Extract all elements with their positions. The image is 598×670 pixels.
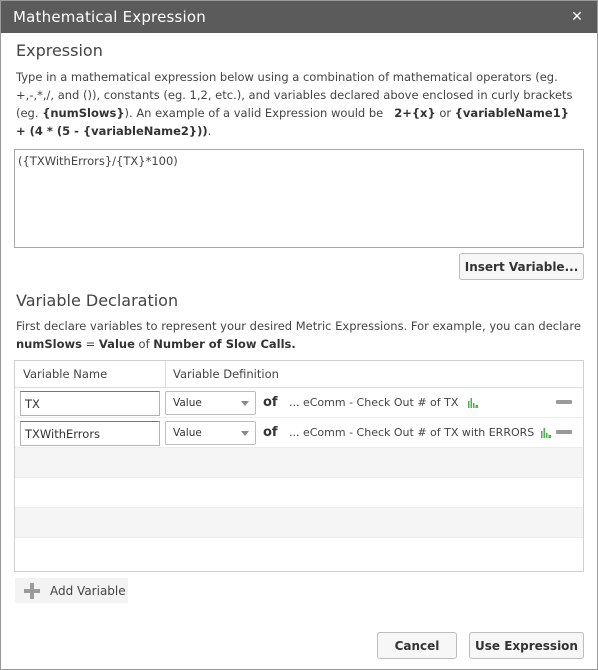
table-row: Value of ... eComm - Check Out # of TX: [15, 388, 583, 418]
column-header-variable-name: Variable Name: [15, 361, 166, 387]
insert-variable-button[interactable]: Insert Variable...: [459, 253, 584, 280]
desc-text: .: [207, 124, 212, 138]
variable-grid: Variable Name Variable Definition Value …: [14, 360, 584, 572]
dialog-title: Mathematical Expression: [13, 8, 207, 26]
desc-text: or: [435, 106, 455, 120]
desc-text: First declare variables to represent you…: [16, 319, 581, 333]
empty-row: [15, 538, 583, 568]
empty-row: [15, 478, 583, 508]
variable-name-input[interactable]: [20, 421, 160, 446]
plus-icon: [24, 582, 40, 599]
math-expression-dialog: Mathematical Expression ✕ Expression Typ…: [0, 0, 598, 670]
metric-path[interactable]: ... eComm - Check Out # of TX with ERROR…: [289, 426, 534, 439]
variable-declaration-description: First declare variables to represent you…: [16, 317, 582, 353]
desc-text: =: [81, 337, 99, 351]
expression-input[interactable]: ({TXWithErrors}/{TX}*100): [14, 149, 584, 248]
variable-type-select[interactable]: Value: [165, 391, 256, 415]
desc-text: .: [291, 337, 296, 351]
desc-text: ). An example of a valid Expression woul…: [124, 106, 387, 120]
cancel-button[interactable]: Cancel: [377, 632, 457, 659]
use-expression-button[interactable]: Use Expression: [469, 632, 584, 659]
close-icon[interactable]: ✕: [569, 9, 585, 25]
column-header-variable-definition: Variable Definition: [173, 367, 279, 381]
desc-metric-example: Number of Slow Calls: [153, 337, 292, 351]
chevron-down-icon: [241, 431, 249, 436]
of-label: of: [263, 395, 278, 410]
minus-icon[interactable]: [556, 430, 572, 434]
empty-row: [15, 448, 583, 478]
table-row: Value of ... eComm - Check Out # of TX w…: [15, 418, 583, 448]
desc-example-1: 2+{x}: [394, 106, 436, 120]
minus-icon[interactable]: [556, 400, 572, 404]
metric-path[interactable]: ... eComm - Check Out # of TX: [289, 396, 458, 409]
grid-header: Variable Name Variable Definition: [15, 361, 583, 388]
variable-type-select[interactable]: Value: [165, 421, 256, 445]
chevron-down-icon: [241, 401, 249, 406]
dialog-titlebar: Mathematical Expression ✕: [1, 1, 597, 33]
select-value: Value: [173, 427, 202, 439]
variable-declaration-heading: Variable Declaration: [16, 291, 179, 310]
add-variable-label: Add Variable: [50, 583, 126, 598]
variable-name-input[interactable]: [20, 391, 160, 416]
desc-var-example: {numSlows}: [42, 106, 125, 120]
empty-row: [15, 508, 583, 538]
add-variable-button[interactable]: Add Variable: [15, 578, 128, 603]
expression-heading: Expression: [16, 41, 103, 60]
desc-value-example: Value: [98, 337, 135, 351]
bar-chart-icon[interactable]: [468, 398, 478, 408]
desc-text: of: [134, 337, 154, 351]
expression-description: Type in a mathematical expression below …: [16, 68, 582, 140]
bar-chart-icon[interactable]: [541, 428, 551, 438]
select-value: Value: [173, 397, 202, 409]
of-label: of: [263, 425, 278, 440]
desc-name-example: numSlows: [16, 337, 82, 351]
